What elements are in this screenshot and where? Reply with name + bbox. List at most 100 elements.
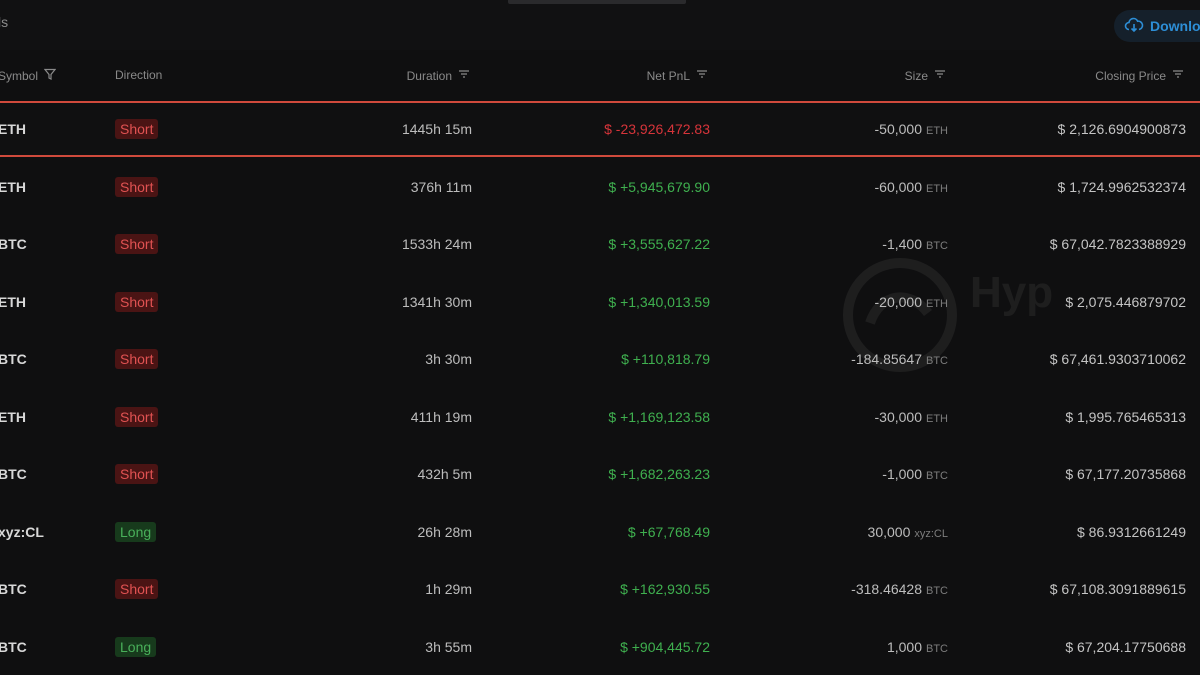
direction-badge: Short	[115, 464, 159, 484]
sort-icon[interactable]	[696, 68, 708, 83]
direction-cell: Short	[115, 406, 159, 427]
sort-icon[interactable]	[458, 68, 470, 83]
net-pnl-cell: $ +110,818.79	[621, 351, 710, 367]
size-value: -1,000	[882, 466, 922, 482]
net-pnl-cell: $ -23,926,472.83	[604, 121, 710, 137]
section-title: ls	[0, 14, 9, 30]
table-row[interactable]: BTC Long 3h 55m $ +904,445.72 1,000 BTC $ 67,2…	[0, 619, 1200, 675]
table-row[interactable]: xyz:CL Long 26h 28m $ +67,768.49 30,000 xyz:C…	[0, 504, 1200, 560]
table-row[interactable]: ETH Short 411h 19m $ +1,169,123.58 -30,000 ET…	[0, 389, 1200, 445]
net-pnl-cell: $ +1,169,123.58	[608, 408, 710, 425]
symbol-cell[interactable]: ETH	[0, 409, 26, 425]
size-value: 30,000	[867, 523, 911, 540]
direction-cell: Short	[115, 291, 159, 312]
size-unit: ETH	[926, 412, 948, 425]
direction-cell: Short	[115, 464, 159, 484]
table-row-highlighted[interactable]: ETH Short 1445h 15m $ -23,926,472.83 -50,000…	[0, 101, 1200, 157]
size-cell: -60,000 ETH	[875, 179, 948, 195]
table-row[interactable]: BTC Short 3h 30m $ +110,818.79 -184.85647 BTC…	[0, 331, 1200, 387]
size-value: -184.85647	[851, 351, 922, 367]
size-unit: BTC	[926, 355, 948, 367]
symbol-cell[interactable]: BTC	[0, 581, 27, 597]
symbol-cell[interactable]: BTC	[0, 466, 27, 482]
closing-price-cell: $ 67,042.7823388929	[1049, 236, 1186, 252]
closing-price-cell: $ 2,126.6904900873	[1057, 121, 1186, 137]
direction-cell: Short	[115, 176, 159, 197]
size-cell: -1,000 BTC	[882, 466, 948, 482]
direction-cell: Long	[115, 636, 157, 657]
direction-badge: Long	[115, 636, 157, 657]
size-cell: 1,000 BTC	[887, 639, 948, 655]
column-label: Closing Price	[1095, 68, 1166, 83]
direction-cell: Short	[115, 234, 159, 254]
net-pnl-cell: $ +162,930.55	[620, 581, 710, 597]
sort-icon[interactable]	[1172, 68, 1184, 83]
duration-cell: 26h 28m	[417, 523, 472, 540]
size-cell: -318.46428 BTC	[851, 581, 948, 597]
closing-price-cell: $ 67,177.20735868	[1065, 466, 1186, 482]
direction-badge: Short	[115, 406, 159, 427]
size-value: -1,400	[882, 236, 922, 252]
download-cloud-icon	[1124, 15, 1144, 38]
size-cell: -20,000 ETH	[875, 294, 948, 310]
direction-cell: Long	[115, 521, 157, 542]
drag-handle[interactable]	[508, 0, 686, 4]
size-cell: -50,000 ETH	[875, 121, 948, 137]
duration-cell: 1533h 24m	[401, 236, 472, 252]
column-label: Symbol	[0, 68, 39, 83]
column-label: Direction	[115, 68, 163, 82]
closing-price-cell: $ 67,461.9303710062	[1049, 351, 1186, 367]
closing-price-cell: $ 1,724.9962532374	[1057, 178, 1186, 195]
symbol-cell[interactable]: BTC	[0, 351, 27, 367]
net-pnl-cell: $ +3,555,627.22	[608, 236, 710, 252]
duration-cell: 1h 29m	[425, 581, 472, 597]
direction-badge: Short	[115, 291, 159, 312]
duration-cell: 1445h 15m	[401, 121, 472, 137]
download-label: Downlo	[1150, 18, 1200, 34]
size-cell: 30,000 xyz:CL	[868, 524, 948, 540]
direction-badge: Short	[115, 119, 159, 139]
top-bar: ls Downlo	[0, 0, 1200, 50]
size-cell: -184.85647 BTC	[851, 351, 948, 367]
size-unit: xyz:CL	[914, 527, 948, 540]
direction-badge: Short	[115, 234, 159, 254]
closing-price-cell: $ 67,108.3091889615	[1049, 581, 1186, 597]
closing-price-cell: $ 1,995.765465313	[1065, 408, 1186, 425]
table-row[interactable]: BTC Short 1533h 24m $ +3,555,627.22 -1,400 BT…	[0, 216, 1200, 272]
symbol-cell[interactable]: BTC	[0, 236, 27, 252]
column-header-size[interactable]: Size	[905, 68, 946, 83]
direction-badge: Short	[115, 579, 159, 599]
table-row[interactable]: ETH Short 1341h 30m $ +1,340,013.59 -20,000 E…	[0, 274, 1200, 330]
duration-cell: 1341h 30m	[401, 293, 472, 310]
size-value: -60,000	[874, 178, 922, 195]
symbol-cell[interactable]: xyz:CL	[0, 524, 44, 540]
symbol-cell[interactable]: BTC	[0, 639, 27, 655]
size-value: -20,000	[874, 293, 922, 310]
symbol-cell[interactable]: ETH	[0, 179, 26, 195]
column-header-symbol[interactable]: Symbol	[0, 68, 57, 83]
duration-cell: 432h 5m	[417, 466, 472, 482]
table-row[interactable]: BTC Short 1h 29m $ +162,930.55 -318.46428 BTC…	[0, 561, 1200, 617]
column-header-duration[interactable]: Duration	[407, 68, 470, 83]
filter-icon[interactable]	[43, 68, 57, 83]
column-header-net-pnl[interactable]: Net PnL	[647, 68, 708, 83]
table-row[interactable]: BTC Short 432h 5m $ +1,682,263.23 -1,000 BTC $…	[0, 446, 1200, 502]
size-value: -318.46428	[851, 581, 922, 597]
duration-cell: 376h 11m	[410, 178, 472, 195]
size-unit: BTC	[926, 470, 948, 482]
net-pnl-cell: $ +1,340,013.59	[608, 293, 710, 310]
size-cell: -30,000 ETH	[875, 409, 948, 425]
net-pnl-cell: $ +1,682,263.23	[608, 466, 710, 482]
symbol-cell[interactable]: ETH	[0, 121, 26, 137]
net-pnl-cell: $ +67,768.49	[627, 523, 710, 540]
download-button[interactable]: Downlo	[1114, 10, 1200, 42]
direction-badge: Short	[115, 349, 159, 369]
table-row[interactable]: ETH Short 376h 11m $ +5,945,679.90 -60,000 ET…	[0, 159, 1200, 215]
direction-cell: Short	[115, 579, 159, 599]
symbol-cell[interactable]: ETH	[0, 294, 26, 310]
trade-history-page: ls Downlo Hyp Symbol Direction	[0, 0, 1200, 675]
sort-icon[interactable]	[934, 68, 946, 83]
direction-badge: Long	[115, 521, 157, 542]
column-header-closing-price[interactable]: Closing Price	[1095, 68, 1184, 83]
direction-cell: Short	[115, 119, 159, 139]
